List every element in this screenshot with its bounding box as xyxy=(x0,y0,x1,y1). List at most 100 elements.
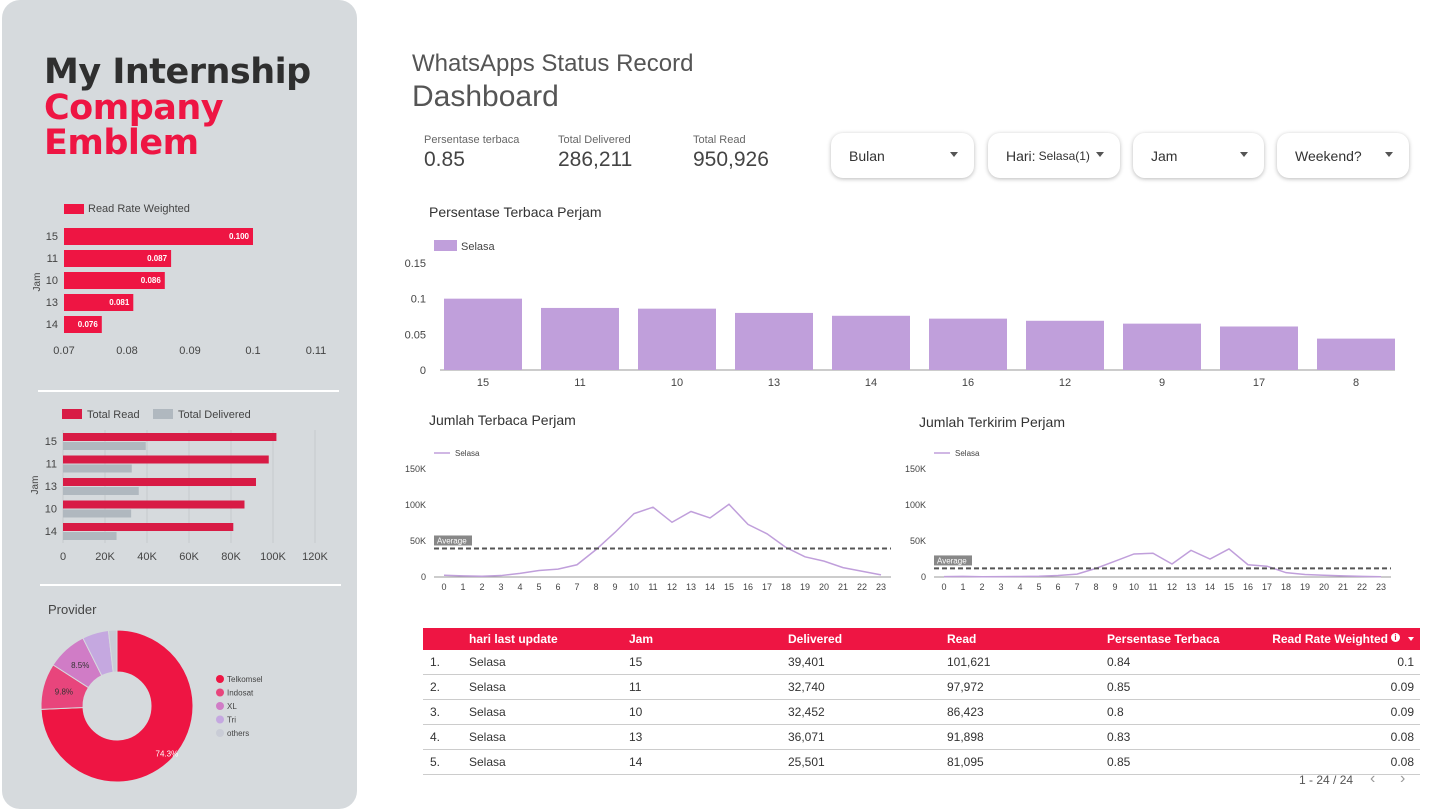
x-tick-label: 14 xyxy=(865,377,877,389)
x-tick-label: 13 xyxy=(1186,582,1196,592)
filter-weekend[interactable]: Weekend? xyxy=(1277,133,1409,178)
legend-label-read: Total Read xyxy=(87,409,140,421)
y-tick-label: 100K xyxy=(405,500,426,510)
legend-label: Telkomsel xyxy=(227,675,263,684)
col-persentase[interactable]: Persentase Terbaca xyxy=(1107,632,1220,646)
legend-label: Selasa xyxy=(461,241,496,253)
legend-label: Selasa xyxy=(455,449,480,458)
filter-hari[interactable]: Hari: Selasa (1) xyxy=(988,133,1120,178)
x-tick-label: 22 xyxy=(857,582,867,592)
prev-page-icon[interactable]: ‹ xyxy=(1370,770,1375,788)
cell-persen: 0.85 xyxy=(1107,680,1131,694)
x-tick-label: 17 xyxy=(1262,582,1272,592)
x-tick-label: 16 xyxy=(1243,582,1253,592)
info-icon[interactable]: i xyxy=(1391,633,1400,642)
bar xyxy=(638,308,716,370)
x-tick-label: 3 xyxy=(498,582,503,592)
x-tick-label: 4 xyxy=(1017,582,1022,592)
kpi-value-delivered: 286,211 xyxy=(558,148,633,171)
average-label: Average xyxy=(437,536,467,545)
legend-label: others xyxy=(227,729,249,738)
next-page-icon[interactable]: › xyxy=(1400,770,1405,788)
data-table: hari last update Jam Delivered Read Pers… xyxy=(423,628,1420,775)
table-row[interactable]: 4. Selasa 13 36,071 91,898 0.83 0.08 xyxy=(423,725,1420,750)
col-hari[interactable]: hari last update xyxy=(469,632,558,646)
cell-rate: 0.09 xyxy=(1390,705,1414,719)
x-tick-label: 17 xyxy=(1253,377,1265,389)
x-tick-label: 8 xyxy=(1093,582,1098,592)
y-tick-label: 11 xyxy=(47,253,58,265)
x-tick-label: 1 xyxy=(460,582,465,592)
x-tick-label: 12 xyxy=(1059,377,1071,389)
jumlah-terkirim-chart[interactable]: Selasa050K100K150KAverage0 1 2 3 4 5 6 7 8 9 10 11 1… xyxy=(895,440,1405,600)
bar-chart-title: Persentase Terbaca Perjam xyxy=(429,204,602,220)
kpi-label-read: Total Read xyxy=(693,134,746,146)
legend-label: Read Rate Weighted xyxy=(88,203,190,215)
bar-read xyxy=(63,455,269,464)
x-tick-label: 20 xyxy=(1319,582,1329,592)
chevron-down-icon xyxy=(1240,152,1248,157)
filter-bulan-label: Bulan xyxy=(849,147,885,164)
pagination-text: 1 - 24 / 24 xyxy=(1299,773,1354,787)
x-tick-label: 15 xyxy=(724,582,734,592)
cell-persen: 0.8 xyxy=(1107,705,1124,719)
cell-read: 86,423 xyxy=(947,705,984,719)
table-row[interactable]: 1. Selasa 15 39,401 101,621 0.84 0.1 xyxy=(423,650,1420,675)
x-tick-label: 1 xyxy=(960,582,965,592)
sort-desc-icon[interactable] xyxy=(1408,637,1414,641)
legend-label: XL xyxy=(227,702,237,711)
bar xyxy=(1123,323,1201,370)
col-delivered[interactable]: Delivered xyxy=(788,632,842,646)
read-rate-weighted-chart[interactable]: Read Rate Weighted Jam 15 0.100 11 0.087 10 0.0… xyxy=(20,195,350,365)
table-row[interactable]: 5. Selasa 14 25,501 81,095 0.85 0.08 xyxy=(423,750,1420,775)
x-tick-label: 0.07 xyxy=(53,345,74,357)
cell-jam: 11 xyxy=(629,680,642,694)
sidebar-divider xyxy=(40,584,341,586)
x-tick-label: 14 xyxy=(705,582,715,592)
x-tick-label: 2 xyxy=(479,582,484,592)
table-body: 1. Selasa 15 39,401 101,621 0.84 0.1 2. Selasa 11… xyxy=(423,650,1420,775)
y-tick-label: 13 xyxy=(46,297,58,309)
slice-label: 8.5% xyxy=(71,661,89,670)
cell-read: 101,621 xyxy=(947,655,991,669)
col-read[interactable]: Read xyxy=(947,632,976,646)
legend-label: Tri xyxy=(227,716,236,725)
col-jam[interactable]: Jam xyxy=(629,632,653,646)
table-row[interactable]: 2. Selasa 11 32,740 97,972 0.85 0.09 xyxy=(423,675,1420,700)
cell-delivered: 32,452 xyxy=(788,705,825,719)
x-tick-label: 16 xyxy=(962,377,974,389)
col-read-rate[interactable]: Read Rate Weighted xyxy=(1272,632,1388,646)
y-tick-label: 100K xyxy=(905,500,926,510)
persentase-terbaca-chart[interactable]: Selasa 0 0.05 0.1 0.15 15 11 10 13 14 16 12 9 17 8 xyxy=(395,232,1415,392)
jumlah-terbaca-chart[interactable]: Selasa050K100K150KAverage0 1 2 3 4 5 6 7 8 9 10 11 1… xyxy=(395,440,900,600)
filter-bulan[interactable]: Bulan xyxy=(831,133,974,178)
cell-delivered: 36,071 xyxy=(788,730,825,744)
bar-read xyxy=(63,478,256,486)
y-tick-label: 10 xyxy=(45,504,57,516)
x-tick-label: 11 xyxy=(648,582,657,592)
cell-jam: 10 xyxy=(629,705,643,719)
y-tick-label: 0 xyxy=(421,572,426,582)
series-line xyxy=(443,503,882,578)
y-tick-label: 13 xyxy=(45,481,57,493)
bar-read xyxy=(63,433,277,441)
x-tick-label: 0.1 xyxy=(245,345,260,357)
y-tick-label: 14 xyxy=(46,319,58,331)
page-title: Dashboard xyxy=(412,80,559,113)
read-delivered-chart[interactable]: Total Read Total Delivered Jam 15 11 13 10 14 0 2… xyxy=(20,400,340,570)
x-tick-label: 19 xyxy=(800,582,810,592)
legend-swatch xyxy=(434,240,457,251)
table-row[interactable]: 3. Selasa 10 32,452 86,423 0.8 0.09 xyxy=(423,700,1420,725)
provider-donut-chart[interactable]: 74.3% 9.8% 8.5% Telkomsel Indosat XL Tri others xyxy=(30,622,330,792)
bar-delivered xyxy=(63,464,132,473)
x-tick-label: 13 xyxy=(686,582,696,592)
filter-jam[interactable]: Jam xyxy=(1133,133,1264,178)
y-tick-label: 15 xyxy=(45,436,57,448)
bar-delivered xyxy=(63,487,139,495)
brand-line-3: Emblem xyxy=(44,123,199,163)
cell-hari: Selasa xyxy=(469,655,506,669)
data-label: 0.081 xyxy=(109,298,130,307)
y-tick-label: 0.1 xyxy=(411,294,426,306)
y-tick-label: 150K xyxy=(405,464,426,474)
bar-read xyxy=(63,500,245,509)
